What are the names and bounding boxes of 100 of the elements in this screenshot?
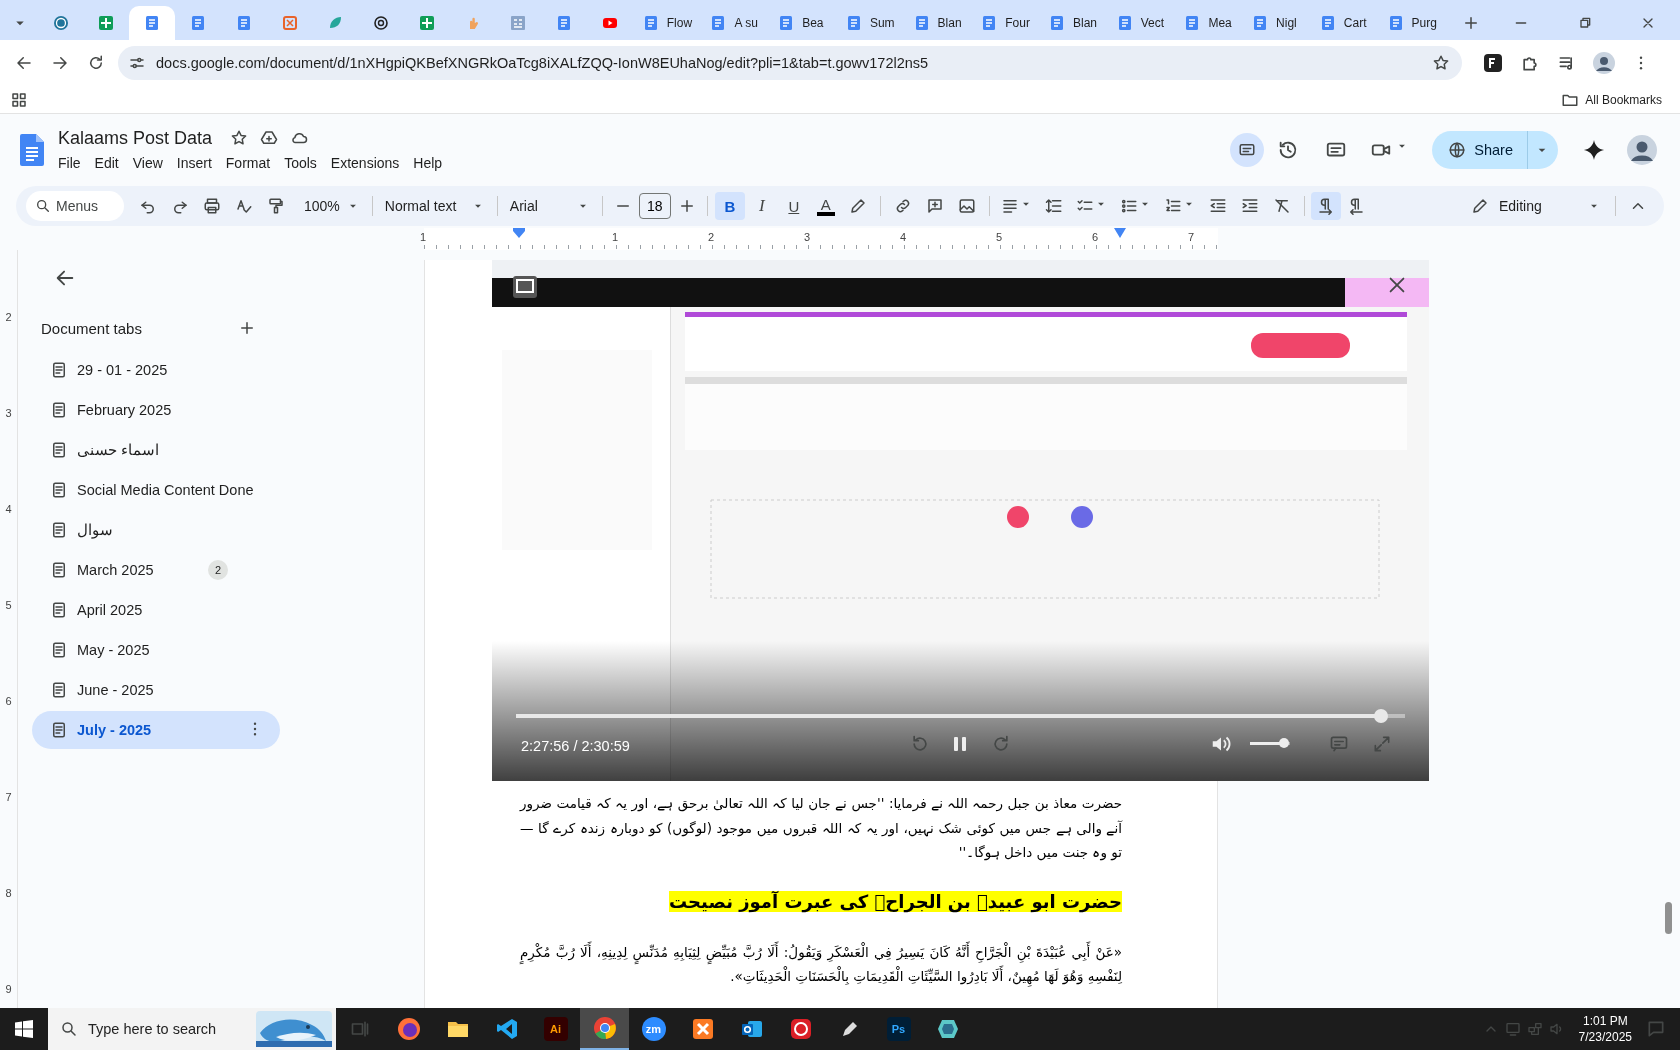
document-icon	[778, 15, 795, 31]
document-icon	[642, 15, 659, 31]
triangle-plus-icon[interactable]	[260, 129, 279, 147]
forward-icon[interactable]	[51, 54, 69, 72]
add-comment-icon[interactable]	[925, 197, 944, 215]
print-icon[interactable]	[203, 197, 221, 215]
highlighter-icon[interactable]	[848, 197, 867, 215]
browser-tab[interactable]: Cart	[1309, 6, 1378, 40]
bulleted-list-icon[interactable]	[1119, 197, 1138, 215]
browser-tab[interactable]: Sum	[835, 6, 904, 40]
taskbar-app[interactable]: Ai	[531, 1008, 580, 1050]
image-icon[interactable]	[957, 197, 976, 215]
document-icon	[981, 15, 998, 31]
docs-logo-icon[interactable]	[20, 134, 44, 166]
all-bookmarks-button[interactable]: All Bookmarks	[1561, 90, 1662, 109]
ltr-direction-button[interactable]	[1310, 192, 1341, 220]
italic-button[interactable]: I	[746, 192, 777, 220]
document-tab[interactable]: June - 2025	[32, 671, 280, 709]
box-icon	[281, 15, 298, 31]
browser-tab[interactable]: Blan	[1039, 6, 1107, 40]
document-lines-icon	[50, 721, 68, 739]
pencil-icon	[1471, 197, 1489, 215]
align-icon[interactable]	[1000, 197, 1019, 215]
document-tab[interactable]: اسماء حسنی	[32, 431, 280, 469]
document-lines-icon	[50, 681, 68, 699]
apps-icon[interactable]	[10, 90, 28, 109]
start-icon[interactable]	[15, 1020, 33, 1038]
document-title[interactable]: Kalaams Post Data	[58, 127, 213, 149]
scrollbar-thumb[interactable]	[1665, 902, 1672, 934]
menu-item[interactable]: File	[52, 152, 87, 173]
document-icon	[1252, 15, 1269, 31]
browser-tab[interactable]: Nigl	[1242, 6, 1310, 40]
add-tab-icon[interactable]	[238, 319, 256, 337]
globe-icon	[52, 15, 69, 31]
reload-icon[interactable]	[87, 54, 105, 72]
document-lines-icon	[50, 521, 68, 539]
browser-tab[interactable]: Blan	[903, 6, 972, 40]
menu-item[interactable]: Extensions	[324, 152, 406, 173]
ruler-number: 7	[4, 790, 13, 805]
document-tab[interactable]: February 2025	[32, 391, 280, 429]
avatar-icon[interactable]	[1592, 52, 1615, 74]
font-size-field[interactable]: 18	[638, 193, 671, 219]
document-tab[interactable]: 29 - 01 - 2025	[32, 351, 280, 389]
browser-icon	[592, 1016, 617, 1040]
menu-item[interactable]: Format	[219, 152, 277, 173]
browser-tab[interactable]: Vect	[1106, 6, 1175, 40]
browser-tab[interactable]: Mea	[1174, 6, 1243, 40]
menu-item[interactable]: Insert	[170, 152, 218, 173]
globe-icon	[1448, 141, 1467, 159]
clear-formatting-icon[interactable]	[1272, 197, 1291, 215]
spellcheck-icon[interactable]	[235, 197, 253, 215]
taskbar-app[interactable]: Ps	[874, 1008, 923, 1050]
ruler-number: 9	[4, 982, 13, 997]
menus-search-field[interactable]: Menus	[26, 191, 124, 221]
document-tab[interactable]: Social Media Content Done	[32, 471, 280, 509]
back-icon[interactable]	[15, 54, 33, 72]
browser-tab[interactable]: Four	[971, 6, 1039, 40]
browser-tab[interactable]: A su	[700, 6, 769, 40]
decrease-indent-icon[interactable]	[1208, 197, 1227, 215]
sparkle-icon[interactable]	[1583, 139, 1605, 161]
document-icon	[144, 15, 161, 31]
browser-tab[interactable]: Bea	[768, 6, 836, 40]
menu-item[interactable]: Edit	[88, 152, 125, 173]
ruler-number: 3	[4, 406, 13, 421]
chat-button[interactable]	[1230, 133, 1265, 167]
menu-item[interactable]: Help	[407, 152, 449, 173]
font-dropdown[interactable]: Arial	[503, 192, 596, 220]
paint-format-icon[interactable]	[267, 197, 285, 215]
text-color-button[interactable]: A	[810, 192, 841, 220]
code-editor-icon	[494, 1017, 519, 1041]
zoom-dropdown[interactable]: 100%	[298, 192, 366, 220]
document-icon	[1049, 15, 1065, 31]
document-tab[interactable]: سوال	[32, 511, 280, 549]
document-tab[interactable]: March 2025 2	[32, 551, 280, 589]
document-tab[interactable]: July - 2025	[32, 711, 280, 749]
ruler-number: 1	[610, 230, 620, 245]
star-icon[interactable]	[230, 129, 249, 147]
menu-item[interactable]: Tools	[278, 152, 323, 173]
document-icon	[845, 15, 862, 31]
document-tab[interactable]: May - 2025	[32, 631, 280, 669]
bold-button[interactable]: B	[714, 192, 745, 220]
bookmark-star-icon[interactable]	[1432, 54, 1450, 72]
cloud-app-icon	[788, 1017, 813, 1041]
clock[interactable]: 1:01 PM 7/23/2025	[1578, 1013, 1632, 1045]
extension-icon[interactable]	[1482, 53, 1503, 73]
share-button[interactable]: Share	[1432, 131, 1527, 169]
underline-button[interactable]: U	[778, 192, 809, 220]
volume-thumb[interactable]	[1279, 738, 1289, 748]
editing-mode-dropdown[interactable]: Editing	[1463, 197, 1609, 215]
increase-indent-icon[interactable]	[1240, 197, 1259, 215]
line-spacing-icon[interactable]	[1044, 197, 1063, 215]
browser-tab[interactable]: Purg	[1377, 6, 1446, 40]
browser-tab[interactable]: Flow	[632, 6, 701, 40]
leaf-icon	[327, 15, 344, 31]
ruler-number: 1	[418, 230, 428, 245]
style-dropdown[interactable]: Normal text	[378, 192, 491, 220]
address-bar[interactable]: docs.google.com/document/d/1nXHgpiQKBefXNGRkOaTcg8iXALfZQQ-IonW8EUhaNog/edit?pli=1&tab=t.gowv172l2ns5	[118, 46, 1462, 80]
avatar-icon[interactable]	[1627, 135, 1657, 165]
document-tab[interactable]: April 2025	[32, 591, 280, 629]
menu-item[interactable]: View	[126, 152, 169, 173]
